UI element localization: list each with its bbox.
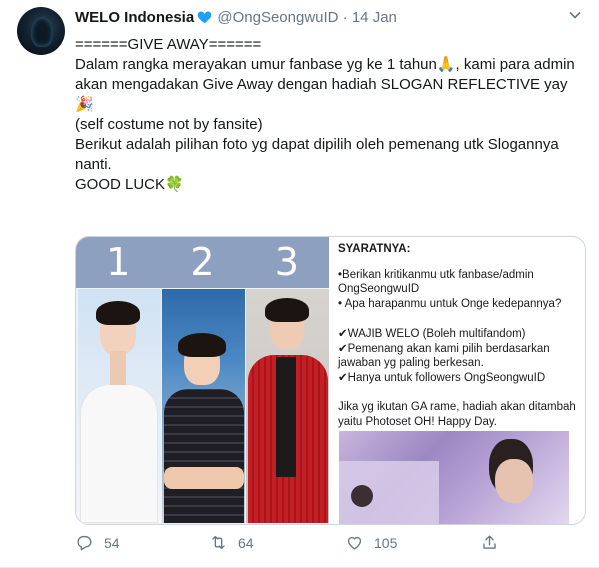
photoset-preview-image (339, 431, 569, 524)
number-bar: 1 2 3 (76, 237, 329, 288)
text-line: Berikut adalah pilihan foto yg dapat dip… (75, 136, 559, 153)
rules-line: yaitu Photoset OH! Happy Day. (338, 416, 497, 428)
photo-option-2 (162, 289, 245, 523)
photo-options: 1 2 3 (76, 237, 329, 524)
tweet[interactable]: WELO Indonesia @OngSeongwuID · 14 Jan ==… (0, 0, 599, 568)
plaid-shirt (164, 389, 244, 523)
retweet-count: 64 (238, 534, 254, 551)
text-line: akan mengadakan Give Away dengan hadiah … (75, 76, 568, 113)
verified-badge-icon (197, 11, 212, 24)
neck (110, 351, 126, 385)
photoset-figure-small (351, 485, 373, 507)
white-shirt (80, 384, 158, 523)
rules-line: jawaban yg paling berkesan. (338, 357, 484, 369)
arms (164, 467, 244, 489)
reply-count: 54 (104, 534, 120, 551)
photo-option-3 (246, 289, 329, 523)
hair (265, 298, 309, 322)
retweet-button[interactable]: 64 (209, 533, 254, 552)
dark-shirt (276, 357, 296, 477)
rules-line: ✔WAJIB WELO (Boleh multifandom) (338, 328, 526, 340)
avatar-silhouette (31, 17, 53, 47)
rules-line: •Berikan kritikanmu utk fanbase/admin (338, 269, 534, 281)
author-name[interactable]: WELO Indonesia (75, 9, 194, 26)
rules-line: Jika yg ikutan GA rame, hadiah akan dita… (338, 401, 576, 413)
text-line: Dalam rangka merayakan umur fanbase yg k… (75, 56, 575, 73)
text-line: ======GIVE AWAY====== (75, 36, 262, 53)
tweet-header: WELO Indonesia @OngSeongwuID · 14 Jan (75, 8, 397, 28)
tweet-media-image[interactable]: 1 2 3 SYARATNYA: •Berikan kritikanmu utk… (75, 236, 586, 525)
like-button[interactable]: 105 (345, 533, 397, 552)
reply-icon (77, 535, 92, 551)
header-separator: · (342, 9, 348, 26)
avatar[interactable] (17, 7, 65, 55)
photo-option-1 (78, 289, 161, 523)
share-button[interactable] (480, 533, 509, 552)
hair (96, 301, 140, 325)
chevron-down-icon[interactable] (568, 8, 582, 22)
text-line: GOOD LUCK🍀 (75, 176, 184, 193)
rules-title: SYARATNYA: (338, 243, 411, 255)
rules-line: OngSeongwuID (338, 283, 420, 295)
rules-line: • Apa harapanmu untuk Onge kedepannya? (338, 298, 562, 310)
photoset-face (495, 459, 533, 503)
author-handle[interactable]: @OngSeongwuID (217, 9, 338, 26)
option-number: 1 (106, 240, 131, 284)
hair (178, 333, 226, 357)
heart-icon (347, 536, 362, 550)
tweet-actions: 54 64 105 (75, 533, 505, 555)
reply-button[interactable]: 54 (75, 533, 120, 552)
retweet-icon (212, 535, 225, 550)
tweet-date[interactable]: 14 Jan (352, 9, 397, 26)
text-line: nanti. (75, 156, 112, 173)
tweet-text: ======GIVE AWAY====== Dalam rangka meray… (75, 35, 580, 195)
rules-line: ✔Hanya untuk followers OngSeongwuID (338, 372, 546, 384)
text-line: (self costume not by fansite) (75, 116, 263, 133)
rules-line: ✔Pemenang akan kami pilih berdasarkan (338, 343, 550, 355)
option-number: 3 (274, 240, 299, 284)
like-count: 105 (374, 534, 398, 551)
option-number: 2 (190, 240, 215, 284)
share-icon (483, 535, 496, 549)
